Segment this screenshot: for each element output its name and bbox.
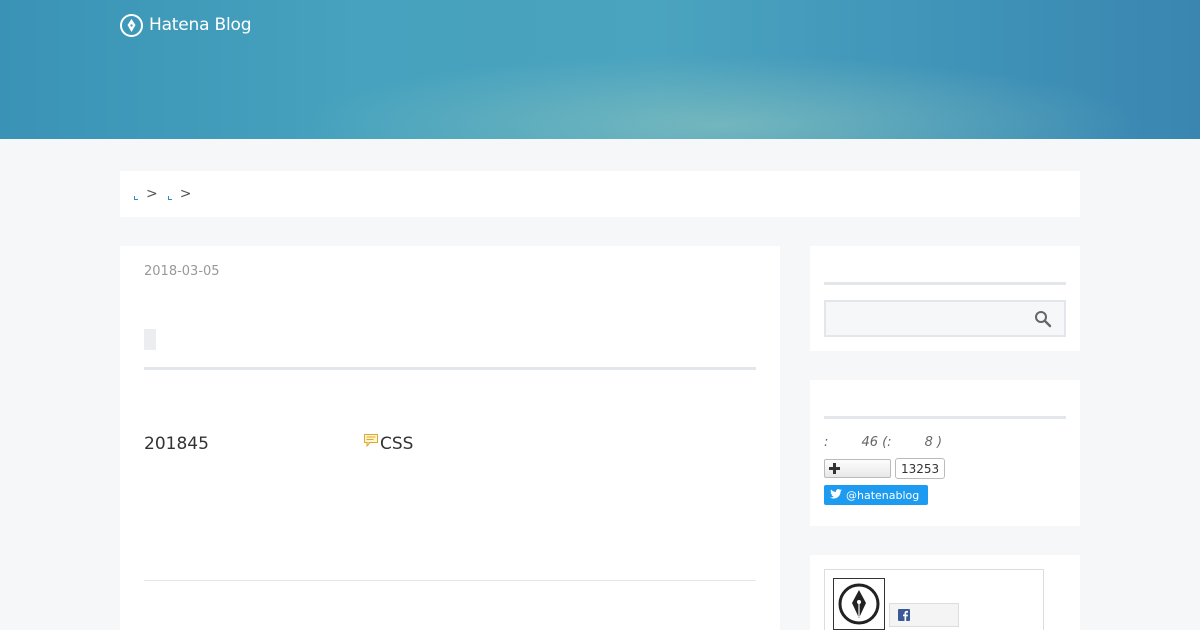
speech-bubble-icon <box>364 432 378 452</box>
breadcrumb-separator: > <box>179 186 192 202</box>
plus-icon <box>829 459 840 478</box>
entry-article: 2018-03-05 201845 CSS <box>120 246 780 630</box>
breadcrumb-link-archive[interactable] <box>167 196 172 200</box>
entry-date: 2018-03-05 <box>144 264 220 279</box>
entry-bottom-divider <box>144 580 756 581</box>
twitter-follow-button[interactable]: @hatenablog <box>824 485 928 505</box>
sidebar-readers-module: : 46 (: 8 ) 13253 @hatenablog <box>810 380 1080 526</box>
twitter-handle: @hatenablog <box>846 488 920 502</box>
facebook-button[interactable] <box>889 603 959 627</box>
follow-button[interactable] <box>824 459 891 478</box>
title-divider <box>144 367 756 370</box>
module-divider <box>824 416 1066 419</box>
entry-date-link[interactable]: 2018-03-05 <box>144 264 220 279</box>
blog-header: Hatena Blog <box>0 0 1200 139</box>
facebook-icon <box>898 606 910 625</box>
pen-nib-icon <box>838 583 880 625</box>
module-divider <box>824 282 1066 285</box>
css-label: CSS <box>380 434 414 454</box>
logo-text: Hatena Blog <box>149 15 252 35</box>
avatar[interactable] <box>833 578 885 630</box>
search-input[interactable] <box>826 302 1026 335</box>
follower-count: 13253 <box>895 458 946 479</box>
hatena-blog-logo[interactable]: Hatena Blog <box>120 13 252 37</box>
twitter-bird-icon <box>830 488 842 502</box>
breadcrumb-link-home[interactable] <box>134 196 138 200</box>
search-icon[interactable] <box>1034 310 1052 328</box>
breadcrumb: > > <box>120 171 1080 217</box>
sidebar-profile-module <box>810 555 1080 630</box>
breadcrumb-separator: > <box>146 186 158 202</box>
entry-body-text: 201845 <box>144 434 209 454</box>
sidebar-search-module <box>810 246 1080 351</box>
entry-title-placeholder[interactable] <box>144 329 156 350</box>
reader-stats: : 46 (: 8 ) <box>824 435 943 450</box>
profile-card <box>824 569 1044 630</box>
search-form <box>824 300 1066 337</box>
entry-css-text: CSS <box>364 434 413 454</box>
pen-nib-icon <box>120 13 143 37</box>
